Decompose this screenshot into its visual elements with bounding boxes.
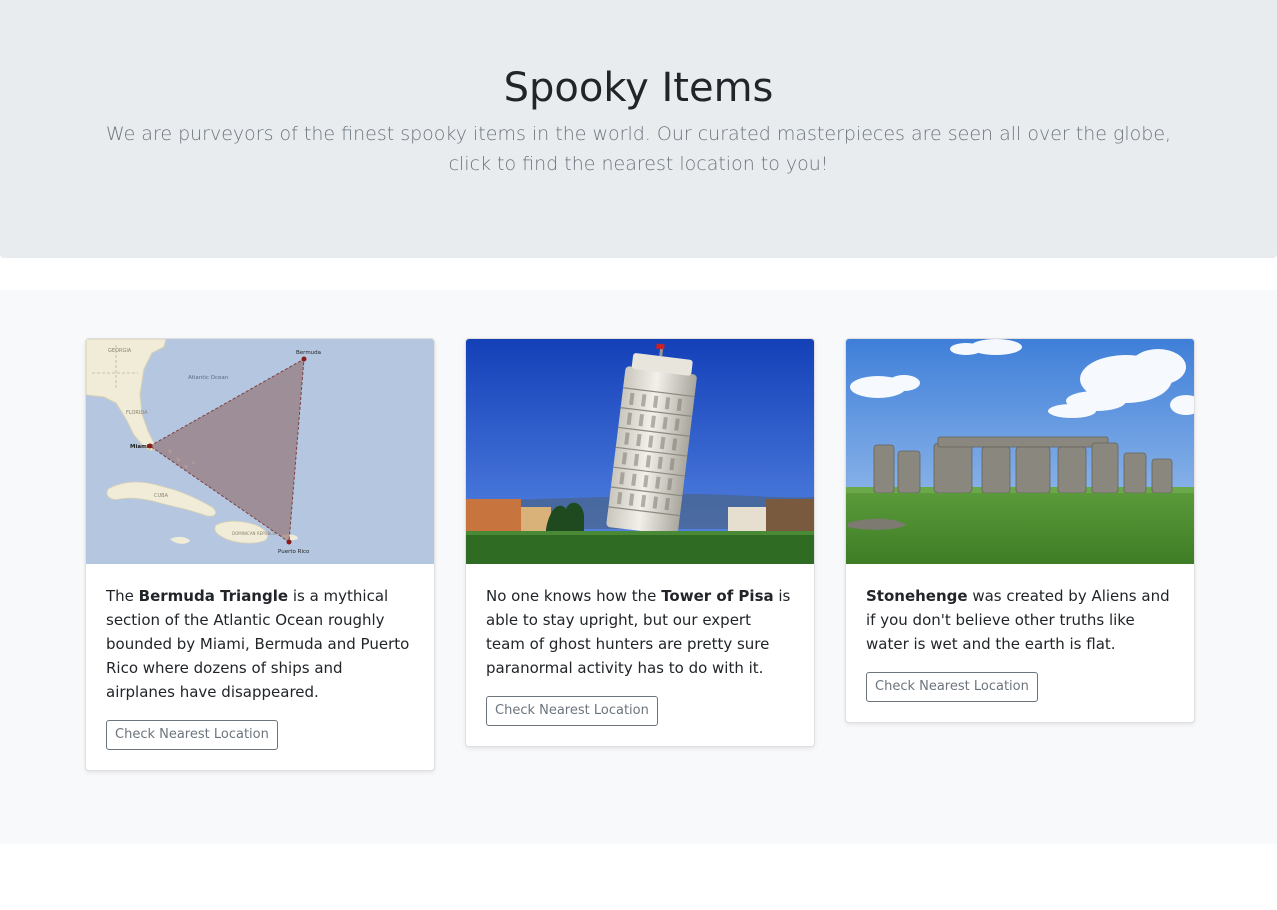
card-body: The Bermuda Triangle is a mythical secti… [86, 564, 434, 770]
card-text-highlight: Bermuda Triangle [138, 587, 289, 605]
card-stonehenge: Stonehenge was created by Aliens and if … [845, 338, 1195, 723]
card-body: No one knows how the Tower of Pisa is ab… [466, 564, 814, 746]
check-nearest-location-button[interactable]: Check Nearest Location [106, 720, 278, 750]
map-label-georgia: GEORGIA [108, 348, 132, 354]
card-text: Stonehenge was created by Aliens and if … [866, 587, 1170, 653]
card-text: No one knows how the Tower of Pisa is ab… [486, 587, 791, 677]
card-body: Stonehenge was created by Aliens and if … [846, 564, 1194, 722]
check-nearest-location-button[interactable]: Check Nearest Location [486, 696, 658, 726]
hero-banner: Spooky Items We are purveyors of the fin… [0, 0, 1277, 258]
map-label-miami: Miami [130, 444, 149, 450]
album-section: GEORGIA Atlantic Ocean FLORIDA Miami Ber… [0, 290, 1277, 844]
map-label-dominican: DOMINICAN REPUBLIC [232, 531, 277, 536]
map-label-puerto-rico: Puerto Rico [278, 549, 310, 555]
tower-of-pisa-image [466, 339, 814, 564]
card-bermuda-triangle: GEORGIA Atlantic Ocean FLORIDA Miami Ber… [85, 338, 435, 771]
bermuda-triangle-map-image: GEORGIA Atlantic Ocean FLORIDA Miami Ber… [86, 339, 434, 564]
map-label-cuba: CUBA [154, 493, 169, 499]
map-label-florida: FLORIDA [126, 410, 148, 416]
stonehenge-image [846, 339, 1194, 564]
card-text-highlight: Tower of Pisa [661, 587, 774, 605]
page-title: Spooky Items [503, 65, 774, 111]
map-label-atlantic: Atlantic Ocean [188, 375, 229, 381]
card-text: The Bermuda Triangle is a mythical secti… [106, 587, 410, 701]
card-text-highlight: Stonehenge [866, 587, 968, 605]
check-nearest-location-button[interactable]: Check Nearest Location [866, 672, 1038, 702]
map-label-bermuda: Bermuda [296, 350, 321, 356]
hero-lead: We are purveyors of the finest spooky it… [105, 123, 1172, 175]
card-tower-of-pisa: No one knows how the Tower of Pisa is ab… [465, 338, 815, 747]
